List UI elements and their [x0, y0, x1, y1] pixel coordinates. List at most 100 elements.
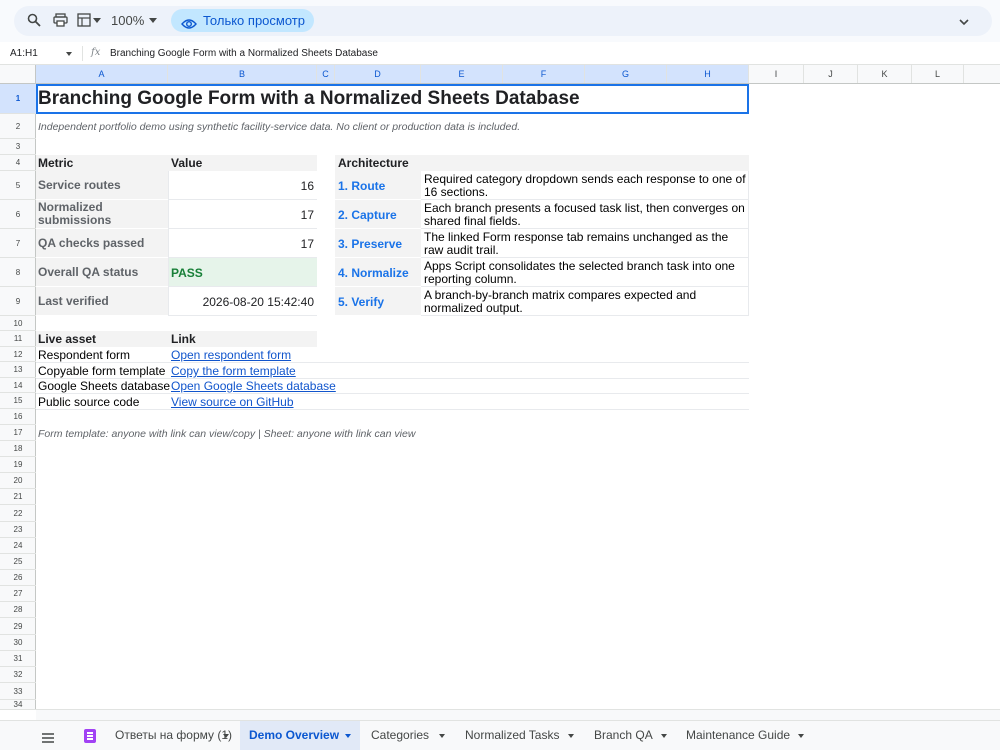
github-source-link[interactable]: View source on GitHub: [171, 395, 294, 409]
chevron-down-icon[interactable]: [439, 734, 445, 738]
sheet-tab-bar: Ответы на форму (1) Demo Overview Catego…: [0, 720, 1000, 750]
tab-branch-qa[interactable]: Branch QA: [585, 721, 673, 750]
horizontal-scrollbar[interactable]: [36, 709, 1000, 720]
architecture-step: 3. Preserve: [338, 237, 403, 251]
chevron-down-icon[interactable]: [345, 734, 351, 738]
row-header[interactable]: 17: [0, 425, 36, 441]
column-header-e[interactable]: E: [421, 65, 503, 83]
tab-label: Maintenance Guide: [686, 728, 791, 742]
row-header[interactable]: 13: [0, 362, 36, 378]
chevron-down-icon[interactable]: [568, 734, 574, 738]
select-all-corner[interactable]: [0, 65, 36, 83]
tab-categories[interactable]: Categories: [362, 721, 452, 750]
metric-label: Service routes: [38, 178, 121, 192]
footnote: Form template: anyone with link can view…: [38, 428, 416, 440]
tab-maintenance-guide[interactable]: Maintenance Guide: [677, 721, 811, 750]
row-header[interactable]: 9: [0, 287, 36, 316]
row-header[interactable]: 19: [0, 457, 36, 473]
column-header-j[interactable]: J: [804, 65, 858, 83]
row-header[interactable]: 31: [0, 651, 36, 667]
row-header[interactable]: 24: [0, 538, 36, 554]
column-header-l[interactable]: L: [912, 65, 964, 83]
architecture-desc: A branch-by-branch matrix compares expec…: [424, 288, 697, 315]
row-header[interactable]: 29: [0, 618, 36, 635]
architecture-step: 5. Verify: [338, 295, 385, 309]
row-header[interactable]: 20: [0, 473, 36, 489]
chevron-down-icon[interactable]: [149, 18, 157, 23]
form-template-link[interactable]: Copy the form template: [171, 364, 296, 378]
column-header-i[interactable]: I: [749, 65, 804, 83]
row-header[interactable]: 8: [0, 258, 36, 287]
column-header-a[interactable]: A: [36, 65, 168, 83]
row-header[interactable]: 1: [0, 84, 36, 114]
fx-icon: fx: [91, 47, 101, 58]
metric-label: Last verified: [38, 294, 109, 308]
column-header-h[interactable]: H: [667, 65, 749, 83]
row-header[interactable]: 30: [0, 635, 36, 651]
row-header[interactable]: 12: [0, 347, 36, 362]
row-header[interactable]: 2: [0, 114, 36, 139]
tab-label: Branch QA: [594, 728, 653, 742]
sheets-database-link[interactable]: Open Google Sheets database: [171, 379, 336, 393]
eye-icon: [181, 14, 197, 37]
row-header[interactable]: 32: [0, 667, 36, 683]
view-only-label: Только просмотр: [203, 13, 305, 28]
row-header[interactable]: 3: [0, 139, 36, 155]
metric-label: QA checks passed: [38, 236, 145, 250]
architecture-desc: Each branch presents a focused task list…: [424, 201, 745, 228]
all-sheets-menu-icon[interactable]: [42, 730, 54, 748]
row-header[interactable]: 14: [0, 378, 36, 393]
row-header[interactable]: 34: [0, 700, 36, 710]
row-header[interactable]: 26: [0, 570, 36, 586]
row-header[interactable]: 11: [0, 331, 36, 347]
row-header[interactable]: 10: [0, 316, 36, 331]
view-only-button[interactable]: Только просмотр: [171, 9, 314, 32]
row-divider: [36, 409, 749, 410]
row-header[interactable]: 33: [0, 683, 36, 700]
architecture-desc: The linked Form response tab remains unc…: [424, 230, 729, 257]
zoom-select[interactable]: 100%: [111, 13, 144, 28]
column-header-k[interactable]: K: [858, 65, 912, 83]
chevron-down-icon[interactable]: [661, 734, 667, 738]
row-header[interactable]: 18: [0, 441, 36, 457]
chevron-up-icon[interactable]: [958, 14, 970, 32]
row-header[interactable]: 5: [0, 171, 36, 200]
print-icon[interactable]: [53, 13, 69, 29]
row-header[interactable]: 4: [0, 155, 36, 171]
tab-form-responses[interactable]: Ответы на форму (1): [78, 721, 238, 750]
asset-name: Google Sheets database: [38, 379, 171, 393]
row-header[interactable]: 23: [0, 522, 36, 538]
metric-value-cell: [168, 229, 317, 258]
tab-normalized-tasks[interactable]: Normalized Tasks: [456, 721, 580, 750]
row-header[interactable]: 27: [0, 586, 36, 602]
formula-bar: A1:H1 fx Branching Google Form with a No…: [0, 42, 1000, 65]
chevron-down-icon[interactable]: [798, 734, 804, 738]
row-header[interactable]: 28: [0, 602, 36, 618]
row-header[interactable]: 7: [0, 229, 36, 258]
formula-content[interactable]: Branching Google Form with a Normalized …: [110, 48, 378, 59]
chevron-down-icon[interactable]: [93, 18, 101, 23]
format-icon[interactable]: [77, 13, 93, 29]
row-header[interactable]: 25: [0, 554, 36, 570]
column-header-c[interactable]: C: [317, 65, 335, 83]
chevron-down-icon[interactable]: [223, 734, 229, 738]
column-header-d[interactable]: D: [335, 65, 421, 83]
metric-value-cell: [168, 200, 317, 229]
row-header[interactable]: 6: [0, 200, 36, 229]
search-icon[interactable]: [27, 13, 43, 29]
assets-header-asset: Live asset: [38, 332, 97, 346]
column-header-g[interactable]: G: [585, 65, 667, 83]
asset-name: Respondent form: [38, 348, 131, 362]
tab-demo-overview[interactable]: Demo Overview: [240, 721, 360, 750]
row-header[interactable]: 15: [0, 393, 36, 409]
row-header[interactable]: 21: [0, 489, 36, 505]
chevron-down-icon[interactable]: [66, 52, 72, 56]
name-box[interactable]: A1:H1: [10, 48, 38, 59]
respondent-form-link[interactable]: Open respondent form: [171, 348, 291, 362]
row-header[interactable]: 16: [0, 409, 36, 425]
row-header[interactable]: 22: [0, 505, 36, 522]
tab-label: Normalized Tasks: [465, 728, 560, 742]
tab-label: Ответы на форму (1): [115, 728, 233, 742]
column-header-b[interactable]: B: [168, 65, 317, 83]
column-header-f[interactable]: F: [503, 65, 585, 83]
